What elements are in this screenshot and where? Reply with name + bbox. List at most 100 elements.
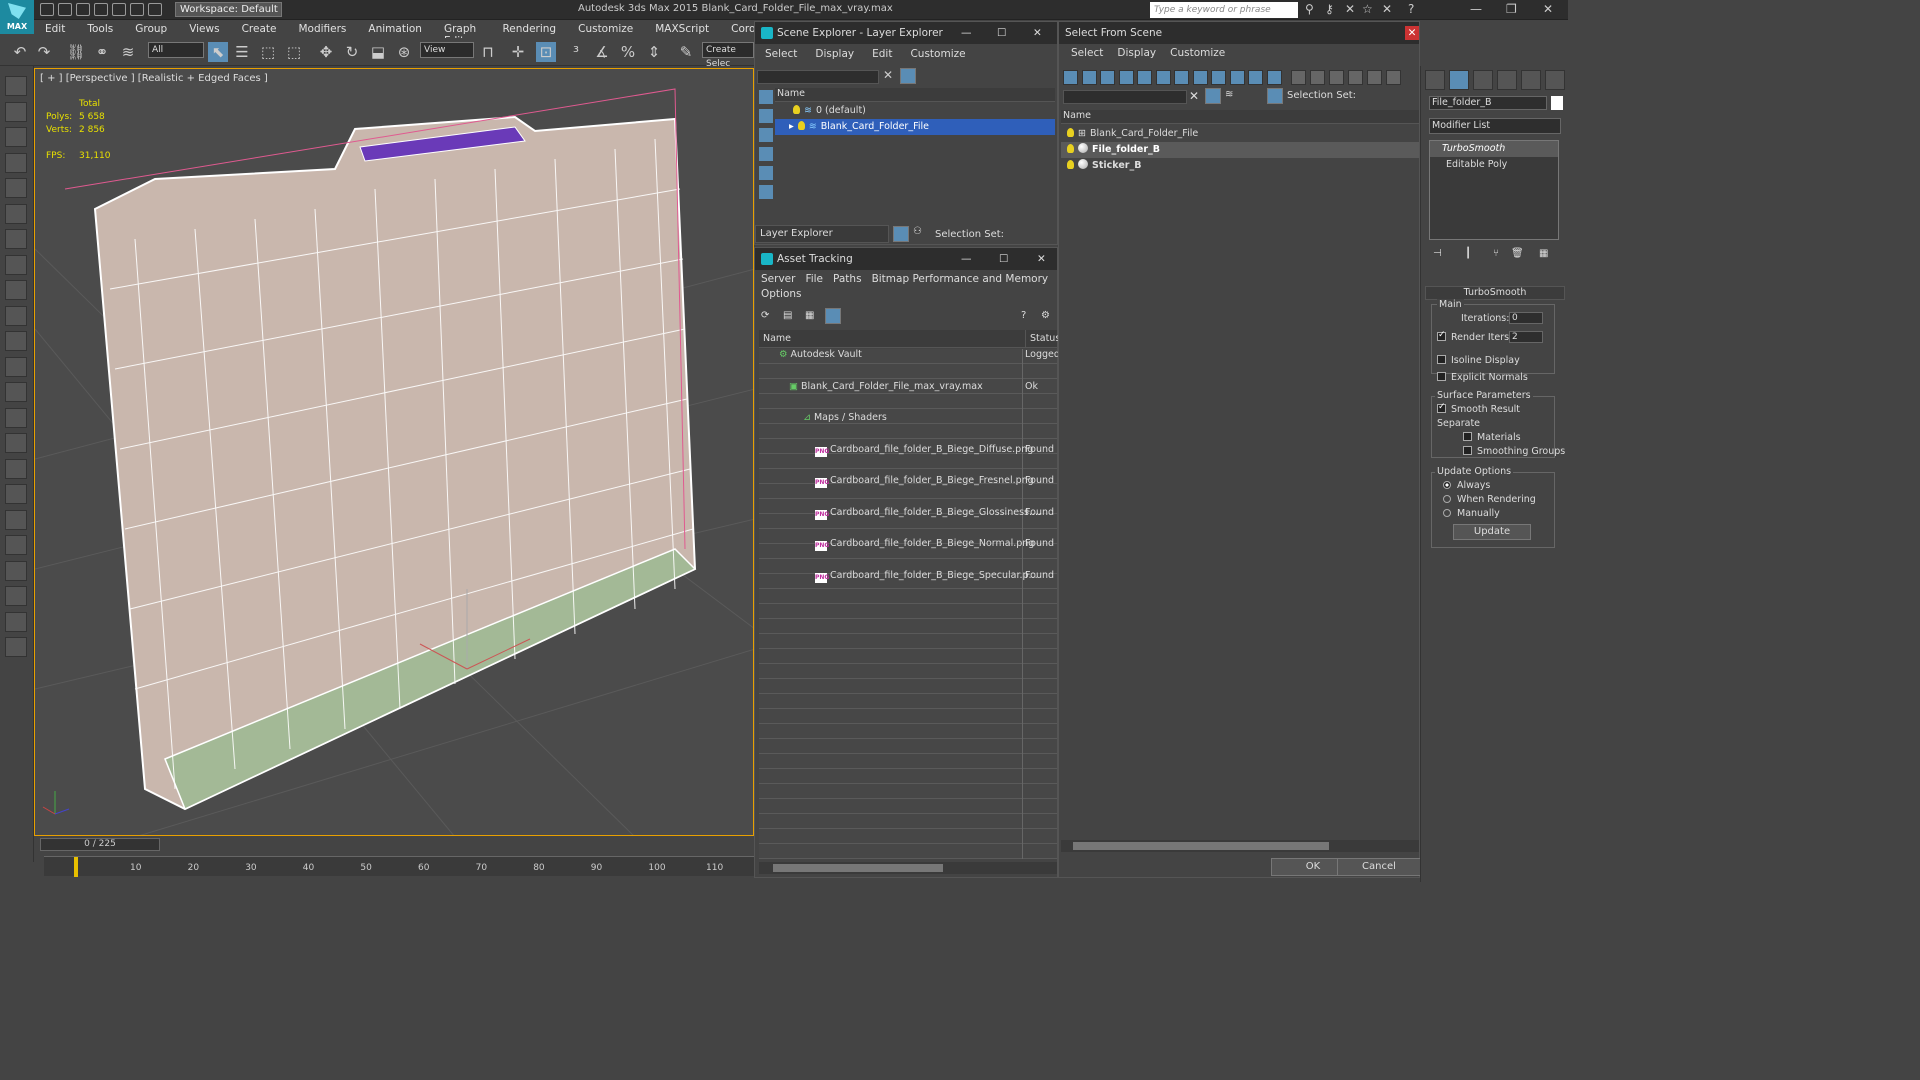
options-menu[interactable]: Options (755, 288, 1057, 300)
layer-row[interactable]: ≋ 0 (default) (775, 103, 1055, 119)
close-icon[interactable]: ✕ (1037, 248, 1046, 270)
horizontal-scrollbar[interactable] (759, 862, 1057, 874)
scene-object-row[interactable]: File_folder_B (1061, 142, 1419, 158)
scene-explorer-titlebar[interactable]: Scene Explorer - Layer Explorer — ☐ ✕ (755, 22, 1057, 44)
left-tool-icon[interactable] (5, 229, 27, 249)
sfs-tool-icon[interactable] (1291, 70, 1306, 85)
render-iters-checkbox[interactable]: Render Iters: (1437, 330, 1512, 343)
track-bar[interactable]: 10 20 30 40 50 60 70 80 90 100 110 (44, 856, 754, 877)
help-icon[interactable]: ? (1021, 310, 1026, 321)
iterations-spinner[interactable]: 0 (1509, 312, 1543, 324)
selection-filter-dropdown[interactable]: All (148, 42, 204, 58)
minimize-icon[interactable]: — (961, 22, 972, 44)
restore-icon[interactable]: ❐ (1506, 2, 1517, 16)
hold-icon[interactable] (148, 3, 162, 16)
sfs-tool-icon[interactable] (1367, 70, 1382, 85)
se-side-icon[interactable] (759, 166, 773, 180)
sfs-tool-icon[interactable] (1248, 70, 1263, 85)
asset-row[interactable]: PNGCardboard_file_folder_B_Biege_Specula… (759, 568, 1057, 584)
make-unique-icon[interactable]: ⑂ (1493, 248, 1499, 259)
se-menu-display[interactable]: Display (815, 48, 854, 60)
menu-animation[interactable]: Animation (357, 20, 433, 38)
turbosmooth-rollout-header[interactable]: TurboSmooth (1425, 286, 1565, 300)
sfs-tool-icon[interactable] (1118, 70, 1134, 85)
window-crossing-icon[interactable]: ⬚ (284, 42, 304, 62)
table-view-icon[interactable] (825, 308, 841, 324)
left-tool-icon[interactable] (5, 458, 27, 479)
light-bulb-icon[interactable] (1067, 128, 1074, 137)
sfs-tool-icon[interactable] (1386, 70, 1401, 85)
menu-maxscript[interactable]: MAXScript (644, 20, 720, 38)
when-rendering-radio[interactable]: When Rendering (1443, 494, 1536, 505)
left-tool-icon[interactable] (5, 586, 27, 606)
at-menu-item[interactable]: File (805, 273, 823, 285)
modifier-list-dropdown[interactable]: Modifier List (1429, 118, 1561, 134)
layer-toggle-icon[interactable] (893, 226, 909, 242)
light-bulb-icon[interactable] (1067, 144, 1074, 153)
configure-sets-icon[interactable]: ▦ (1539, 248, 1548, 259)
se-menu-select[interactable]: Select (765, 48, 797, 60)
scene-object-row[interactable]: ⊞ Blank_Card_Folder_File (1061, 126, 1419, 142)
left-tool-icon[interactable] (5, 560, 27, 581)
select-manipulate-icon[interactable]: ✛ (508, 42, 528, 62)
name-column-header[interactable]: Name (763, 330, 791, 348)
folder-model[interactable] (35, 69, 754, 836)
smooth-result-checkbox[interactable]: Smooth Result (1437, 402, 1520, 415)
list-view-icon[interactable]: ▤ (783, 310, 792, 321)
hierarchy-icon[interactable] (1267, 88, 1283, 104)
filter-icon[interactable] (900, 68, 916, 84)
named-selection-dropdown[interactable]: Create Selec (702, 42, 754, 69)
left-tool-icon[interactable] (5, 637, 27, 657)
left-tool-icon[interactable] (5, 433, 27, 453)
left-tool-icon[interactable] (5, 509, 27, 530)
snap-toggle-icon[interactable]: ³ (566, 42, 586, 62)
left-tool-icon[interactable] (5, 484, 27, 504)
asset-row[interactable]: PNGCardboard_file_folder_B_Biege_Glossin… (759, 505, 1057, 521)
sfs-menu-customize[interactable]: Customize (1170, 47, 1225, 59)
filter-icon[interactable] (1205, 88, 1221, 104)
modify-tab-icon[interactable] (1449, 70, 1469, 90)
minimize-icon[interactable]: — (961, 248, 972, 270)
redo-icon[interactable] (112, 3, 126, 16)
menu-edit[interactable]: Edit (34, 20, 76, 38)
asset-tracking-titlebar[interactable]: Asset Tracking — ☐ ✕ (755, 248, 1057, 270)
light-bulb-icon[interactable] (797, 121, 805, 130)
scene-explorer-search[interactable] (757, 70, 879, 84)
show-end-result-icon[interactable]: ┃ (1465, 248, 1471, 259)
select-object-icon[interactable]: ⬉ (208, 42, 228, 62)
se-side-icon[interactable] (759, 128, 773, 142)
object-color-swatch[interactable] (1551, 96, 1563, 110)
bind-spacewarp-icon[interactable]: ≋ (118, 42, 138, 62)
create-tab-icon[interactable] (1425, 70, 1445, 90)
settings-icon[interactable]: ⚙ (1041, 310, 1050, 321)
left-tool-icon[interactable] (5, 152, 27, 173)
se-menu-customize[interactable]: Customize (910, 48, 965, 60)
thumbnail-view-icon[interactable]: ▦ (805, 310, 814, 321)
close-icon[interactable]: ✕ (1405, 26, 1419, 40)
object-name-field[interactable]: File_folder_B (1429, 96, 1547, 110)
scene-object-row[interactable]: Sticker_B (1061, 158, 1419, 174)
isoline-display-checkbox[interactable]: Isoline Display (1437, 355, 1520, 366)
manually-radio[interactable]: Manually (1443, 508, 1500, 519)
cancel-button[interactable]: Cancel (1337, 858, 1421, 876)
undo-icon[interactable] (94, 3, 108, 16)
scale-icon[interactable]: ⬓ (368, 42, 388, 62)
keyboard-shortcut-icon[interactable]: ⊡ (536, 42, 556, 62)
at-menu-item[interactable]: Server (761, 273, 795, 285)
menu-tools[interactable]: Tools (76, 20, 124, 38)
se-side-icon[interactable] (759, 185, 773, 199)
move-icon[interactable]: ✥ (316, 42, 336, 62)
light-bulb-icon[interactable] (1067, 160, 1074, 169)
left-tool-icon[interactable] (5, 611, 27, 632)
asset-row[interactable]: PNGCardboard_file_folder_B_Biege_Diffuse… (759, 442, 1057, 458)
se-side-icon[interactable] (759, 147, 773, 161)
menu-group[interactable]: Group (124, 20, 178, 38)
left-tool-icon[interactable] (5, 356, 27, 377)
sfs-tool-icon[interactable] (1229, 70, 1245, 85)
menu-graph-editors[interactable]: Graph Editors (433, 20, 492, 47)
pin-stack-icon[interactable]: ⊣ (1433, 248, 1442, 259)
signin-icon[interactable]: ✕ (1382, 2, 1392, 16)
time-slider[interactable]: 0 / 225 (40, 838, 160, 851)
close-icon[interactable]: ✕ (1033, 22, 1042, 44)
asset-row[interactable]: ⊿ Maps / Shaders (759, 410, 1057, 426)
